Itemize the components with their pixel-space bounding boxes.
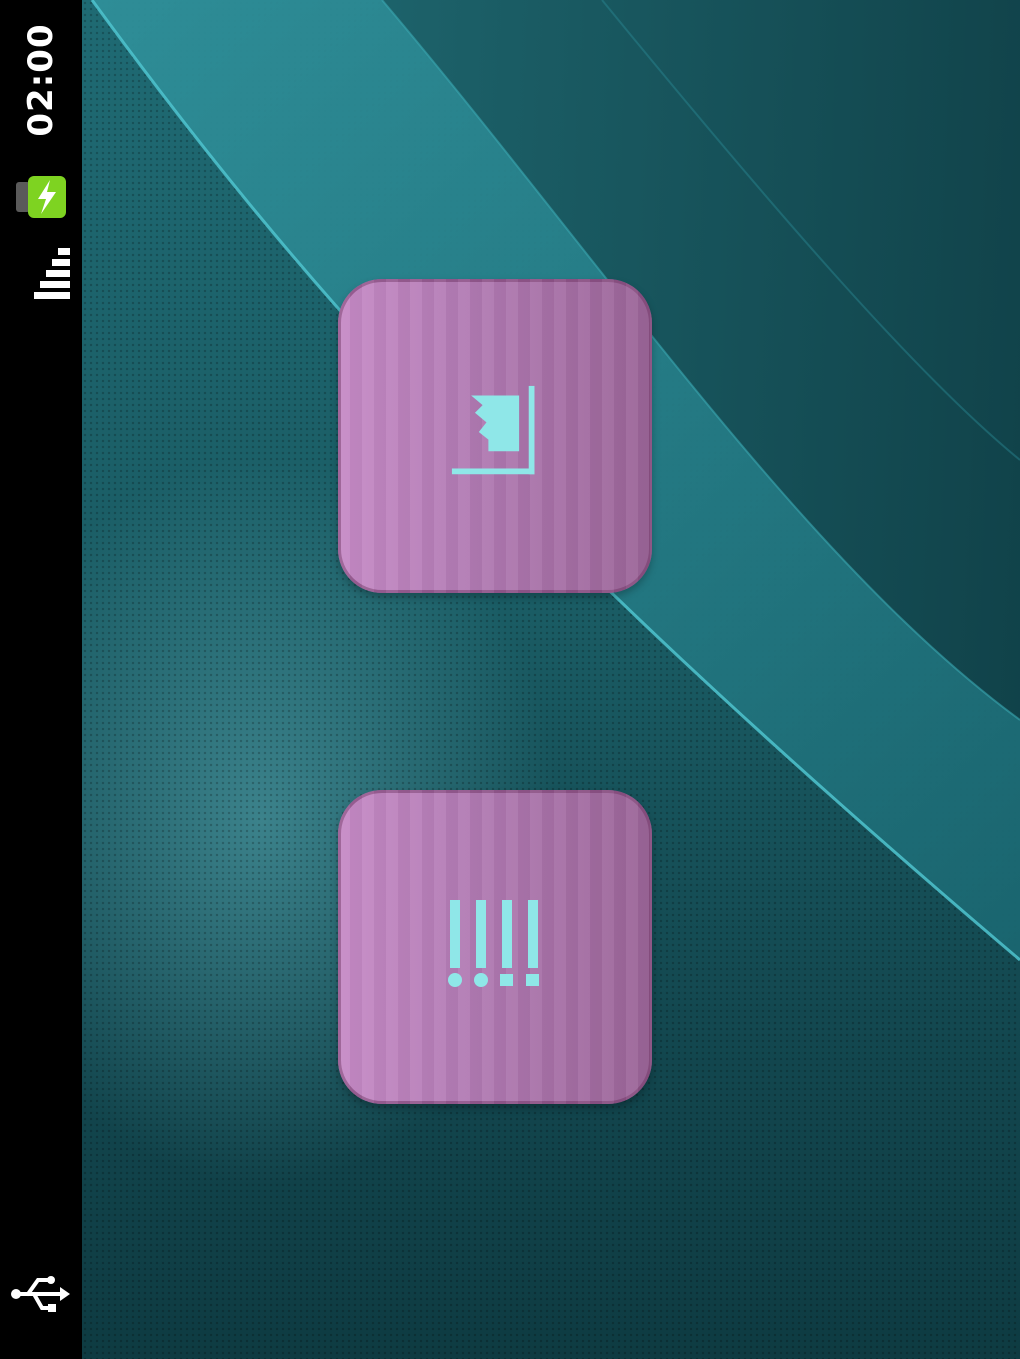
home-wallpaper — [82, 0, 1020, 1359]
signal-strength-icon — [34, 248, 70, 299]
home-tile-top[interactable] — [338, 279, 652, 593]
status-clock: 02:00 — [21, 23, 61, 137]
home-tile-bottom[interactable] — [338, 790, 652, 1104]
status-bar: 02:00 — [0, 0, 82, 1359]
barcode-dots-icon — [448, 900, 539, 987]
corner-crop-icon — [451, 385, 535, 475]
battery-charging-icon — [16, 176, 66, 218]
wallpaper-swoosh — [90, 0, 1020, 962]
usb-icon — [11, 1276, 70, 1312]
